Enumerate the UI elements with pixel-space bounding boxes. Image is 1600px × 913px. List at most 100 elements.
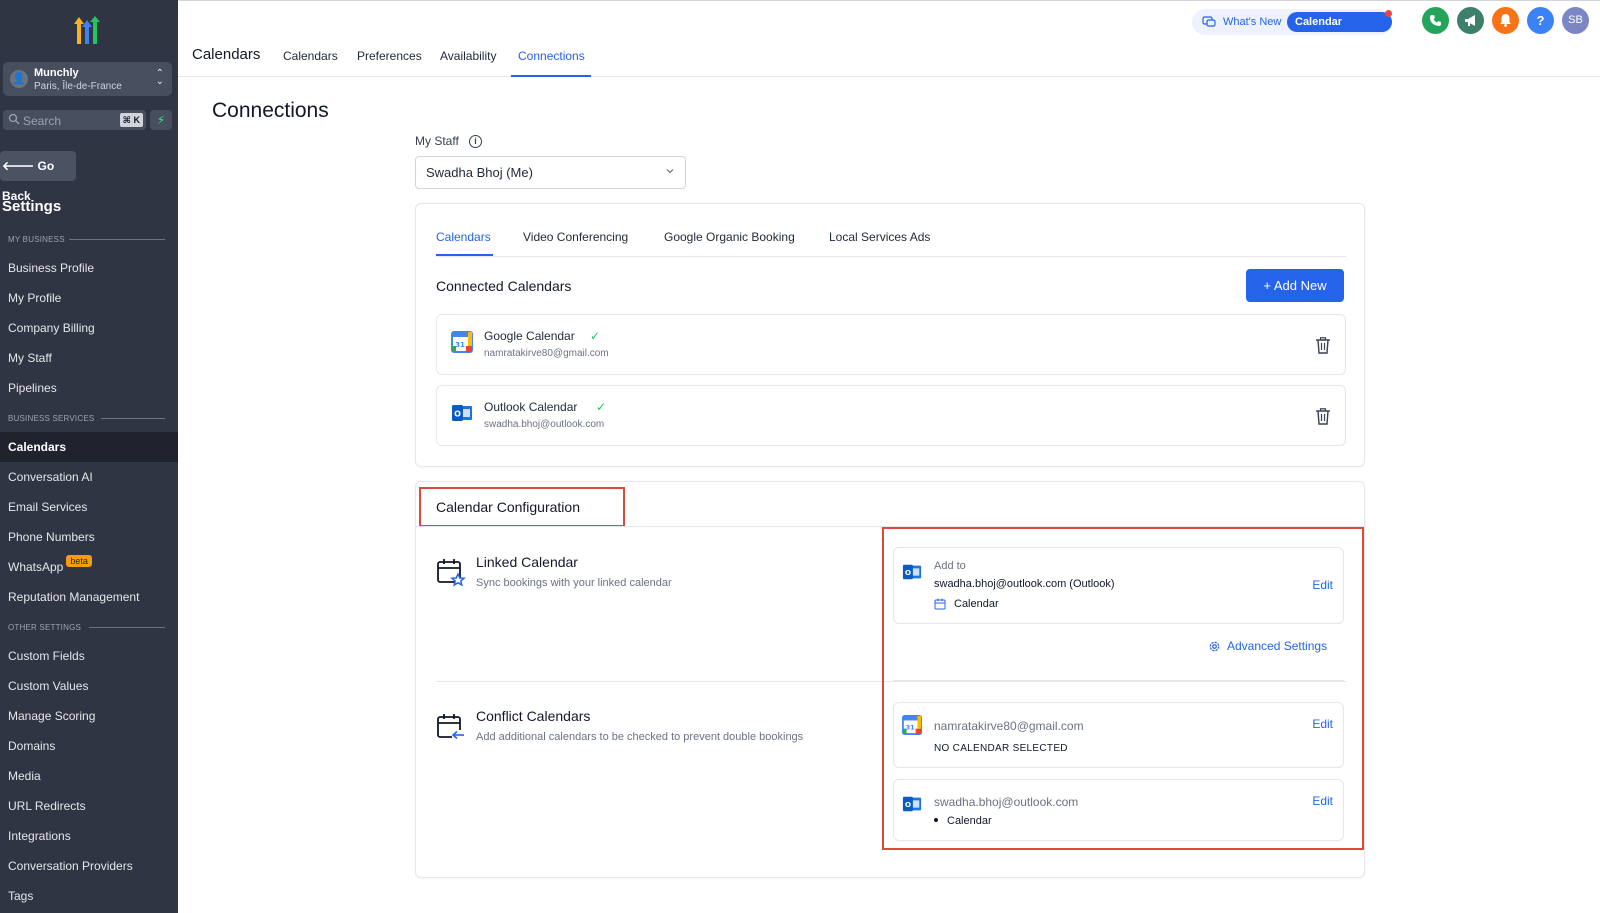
calendar-configuration-heading: Calendar Configuration [436, 499, 580, 515]
go-back-button[interactable]: 🡐 Go Back [0, 151, 76, 203]
sidebar-item-domains[interactable]: Domains [0, 731, 178, 761]
advanced-settings-link[interactable]: Advanced Settings [1227, 639, 1327, 653]
calendar-email: namratakirve80@gmail.com [484, 348, 609, 359]
settings-title: Settings [2, 198, 62, 215]
page-section-title: Calendars [192, 46, 261, 63]
check-icon: ✓ [590, 329, 601, 343]
sidebar-item-reputation-management[interactable]: Reputation Management [0, 582, 178, 612]
section-divider [89, 627, 165, 628]
sidebar-item-label: WhatsApp [8, 560, 64, 574]
linked-calendar-card: O Add to swadha.bhoj@outlook.com (Outloo… [893, 547, 1344, 624]
svg-text:O: O [905, 568, 911, 577]
edit-conflict-calendar-button[interactable]: Edit [1312, 717, 1333, 731]
megaphone-icon [1464, 15, 1475, 26]
sidebar-item-email-services[interactable]: Email Services [0, 492, 178, 522]
sidebar-item-calendars[interactable]: Calendars [0, 432, 178, 462]
help-button[interactable]: ? [1527, 7, 1554, 34]
sidebar-item-conversation-providers[interactable]: Conversation Providers [0, 851, 178, 881]
conflict-calendar-email: namratakirve80@gmail.com [934, 719, 1084, 733]
edit-linked-calendar-button[interactable]: Edit [1312, 578, 1333, 592]
chevron-updown-icon: ⌃ ⌄ [155, 68, 164, 87]
phone-icon [1430, 15, 1441, 26]
tab-google-organic-booking[interactable]: Google Organic Booking [664, 230, 795, 244]
sidebar-item-my-profile[interactable]: My Profile [0, 283, 178, 313]
staff-select[interactable]: Swadha Bhoj (Me) [415, 156, 686, 189]
location-name: Munchly [34, 67, 79, 79]
tab-calendars[interactable]: Calendars [283, 49, 338, 63]
calendar-updates-button[interactable]: Calendar Updates [1287, 12, 1392, 48]
sidebar-item-phone-numbers[interactable]: Phone Numbers [0, 522, 178, 552]
calendar-conflict-icon [437, 714, 465, 740]
trash-icon[interactable] [1315, 408, 1331, 425]
sidebar-item-conversation-ai[interactable]: Conversation AI [0, 462, 178, 492]
sidebar-item-company-billing[interactable]: Company Billing [0, 313, 178, 343]
sidebar-item-media[interactable]: Media [0, 761, 178, 791]
sidebar-item-integrations[interactable]: Integrations [0, 821, 178, 851]
tab-availability[interactable]: Availability [440, 49, 496, 63]
add-new-button[interactable]: + Add New [1246, 269, 1344, 302]
search-shortcut-badge: ⌘ K [119, 113, 143, 127]
calendar-name: Google Calendar [484, 329, 575, 343]
search-icon [8, 113, 20, 125]
section-label-my-business: MY BUSINESS [8, 235, 65, 244]
section-label-business-services: BUSINESS SERVICES [8, 414, 95, 423]
connected-calendar-row: O Outlook Calendar ✓ swadha.bhoj@outlook… [436, 385, 1346, 446]
tab-video-conferencing[interactable]: Video Conferencing [523, 230, 628, 244]
active-tab-indicator [436, 254, 493, 256]
add-to-label: Add to [934, 560, 966, 572]
tab-local-services-ads[interactable]: Local Services Ads [829, 230, 930, 244]
google-calendar-icon: 31 [451, 331, 473, 353]
outlook-calendar-icon: O [902, 796, 922, 812]
whats-new-label: What's New [1223, 16, 1282, 28]
svg-text:O: O [905, 800, 911, 809]
sidebar-item-custom-fields[interactable]: Custom Fields [0, 641, 178, 671]
linked-calendar-name: Calendar [954, 598, 999, 610]
trash-icon[interactable] [1315, 337, 1331, 354]
location-avatar-icon: 👤 [10, 70, 28, 88]
linked-calendar-description: Sync bookings with your linked calendar [476, 577, 672, 589]
conflict-calendars-description: Add additional calendars to be checked t… [476, 731, 804, 743]
whats-new-pill[interactable]: What's New Calendar Updates [1192, 9, 1392, 48]
sidebar-item-business-profile[interactable]: Business Profile [0, 253, 178, 283]
section-divider [893, 680, 1344, 681]
connected-calendar-row: 31 Google Calendar ✓ namratakirve80@gmai… [436, 314, 1346, 375]
tab-connections[interactable]: Connections [518, 49, 585, 63]
app-logo-icon[interactable] [70, 16, 104, 46]
svg-text:31: 31 [906, 725, 915, 732]
conflict-calendar-list-item: Calendar [934, 815, 992, 827]
search-box[interactable]: Search ⌘ K [3, 110, 146, 130]
chat-updates-icon [1202, 16, 1216, 27]
user-avatar[interactable]: SB [1562, 7, 1589, 34]
bullet-icon [934, 818, 938, 822]
announcements-button[interactable] [1457, 7, 1484, 34]
info-icon[interactable]: i [469, 135, 482, 148]
calendar-name: Outlook Calendar [484, 400, 578, 414]
sidebar-item-my-staff[interactable]: My Staff [0, 343, 178, 373]
sidebar-item-pipelines[interactable]: Pipelines [0, 373, 178, 403]
check-icon: ✓ [596, 400, 607, 414]
location-switcher[interactable]: 👤 Munchly Paris, Île-de-France ⌃ ⌄ [3, 62, 172, 96]
conflict-calendar-email: swadha.bhoj@outlook.com [934, 795, 1079, 809]
outlook-calendar-icon: O [902, 564, 922, 580]
avatar-initials: SB [1568, 14, 1583, 26]
notifications-button[interactable] [1492, 7, 1519, 34]
tab-calendars-inner[interactable]: Calendars [436, 230, 491, 244]
outlook-calendar-icon: O [452, 405, 472, 421]
sidebar-item-tags[interactable]: Tags [0, 881, 178, 911]
quick-action-bolt-icon[interactable]: ⚡ [150, 110, 172, 130]
sidebar-item-manage-scoring[interactable]: Manage Scoring [0, 701, 178, 731]
sidebar-item-whatsapp[interactable]: WhatsApp beta [0, 552, 178, 582]
edit-conflict-calendar-button[interactable]: Edit [1312, 794, 1333, 808]
tab-preferences[interactable]: Preferences [357, 49, 422, 63]
staff-select-value: Swadha Bhoj (Me) [426, 165, 533, 180]
beta-badge: beta [66, 555, 92, 567]
svg-text:O: O [454, 410, 461, 419]
phone-button[interactable] [1422, 7, 1449, 34]
linked-account: swadha.bhoj@outlook.com (Outlook) [934, 578, 1115, 590]
tab-divider [436, 256, 1346, 257]
google-calendar-icon: 31 [902, 715, 922, 735]
sidebar-item-url-redirects[interactable]: URL Redirects [0, 791, 178, 821]
sidebar-item-custom-values[interactable]: Custom Values [0, 671, 178, 701]
calendar-email: swadha.bhoj@outlook.com [484, 419, 605, 430]
conflict-calendar-card: O swadha.bhoj@outlook.com Calendar Edit [893, 779, 1344, 841]
